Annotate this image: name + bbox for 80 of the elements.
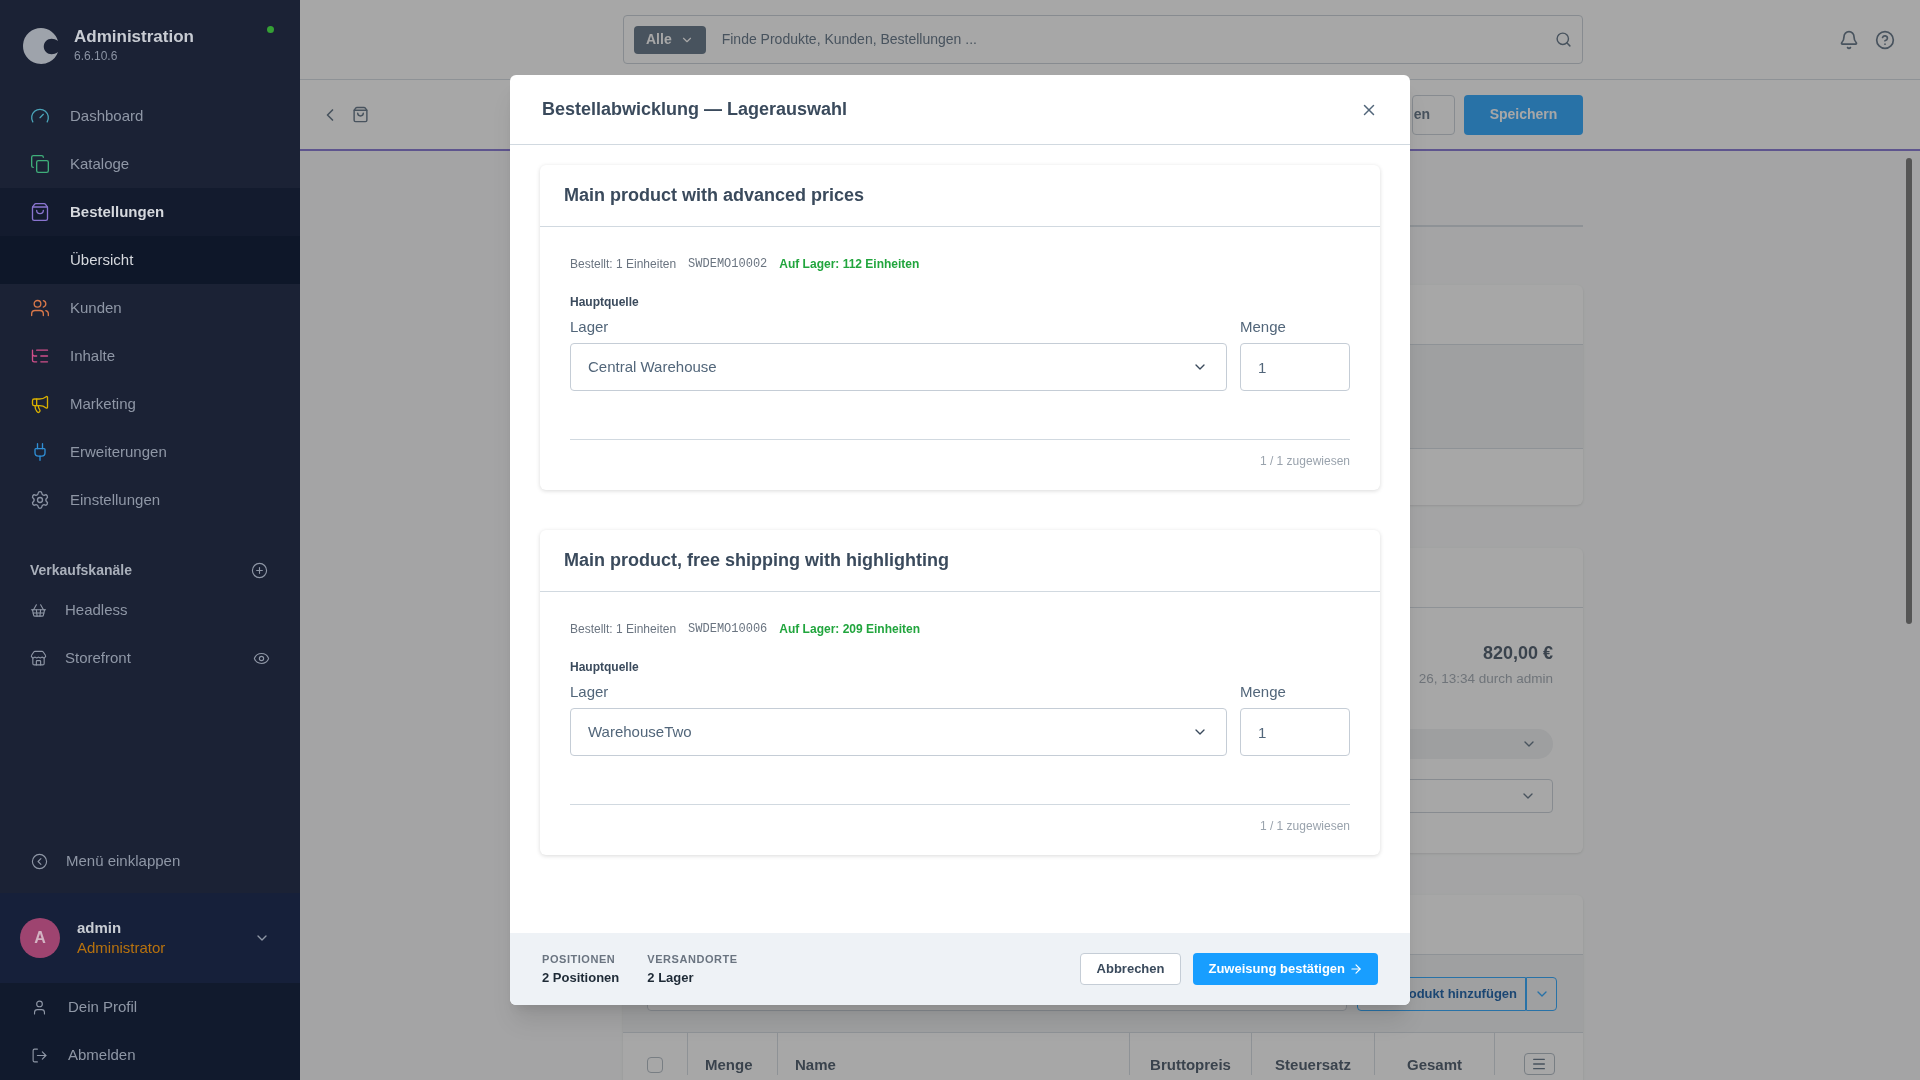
sku-text: SWDEMO10006 (688, 621, 768, 638)
search-icon[interactable] (1555, 31, 1572, 48)
search-input[interactable]: Finde Produkte, Kunden, Bestellungen ... (721, 29, 1539, 50)
user-role: Administrator (77, 938, 167, 958)
menu-icon (1531, 1056, 1547, 1072)
help-icon[interactable] (1875, 29, 1895, 50)
version-label: 6.6.10.6 (74, 48, 119, 65)
column-header[interactable]: Gesamt (1407, 1055, 1462, 1075)
nav-item[interactable]: Marketing (0, 380, 300, 428)
product-title: Main product with advanced prices (564, 184, 865, 207)
quantity-input[interactable]: 1 (1240, 708, 1350, 756)
column-header[interactable]: Name (795, 1055, 836, 1075)
toolbar-button[interactable]: en (1411, 94, 1455, 135)
stock-text: Auf Lager: 112 Einheiten (779, 256, 920, 273)
field-label: Lager (570, 317, 610, 337)
stat-label: VERSANDORTE (647, 952, 738, 967)
search-field[interactable]: Alle Finde Produkte, Kunden, Bestellungen ... (623, 15, 1583, 64)
section-heading: Verkaufskanäle (30, 560, 132, 580)
nav-item[interactable]: Einstellungen (0, 476, 300, 524)
last-change-text: 26, 13:34 durch admin (1418, 670, 1553, 688)
ordered-text: Bestellt: 1 Einheiten (570, 621, 677, 638)
stat-label: POSITIONEN (542, 952, 617, 967)
dialog-title: Bestellabwicklung — Lagerauswahl (542, 98, 849, 121)
add-icon[interactable] (251, 561, 268, 579)
assigned-text: 1 / 1 zugewiesen (1259, 453, 1350, 470)
sku-text: SWDEMO10002 (688, 256, 768, 273)
warehouse-select[interactable]: Central Warehouse (570, 343, 1227, 391)
dropdown-button[interactable] (1526, 976, 1557, 1011)
user-menu-item[interactable]: Abmelden (0, 1031, 300, 1079)
user-icon (31, 998, 48, 1016)
column-header[interactable]: Bruttopreis (1150, 1055, 1231, 1075)
stat-value: 2 Lager (647, 968, 695, 987)
logo-icon (22, 27, 60, 65)
column-header[interactable]: Menge (705, 1055, 753, 1075)
settings-icon (30, 490, 50, 510)
product-title: Main product, free shipping with highlighting (564, 549, 949, 572)
field-label: Lager (570, 682, 610, 702)
user-menu-item[interactable]: Dein Profil (0, 983, 300, 1031)
field-label: Menge (1240, 317, 1287, 337)
nav-item[interactable]: Inhalte (0, 332, 300, 380)
field-label: Menge (1240, 682, 1287, 702)
sales-channel-item[interactable]: Headless (0, 586, 300, 634)
nav-subitem[interactable]: Übersicht (0, 236, 300, 284)
column-header[interactable]: Steuersatz (1275, 1055, 1351, 1075)
source-label: Hauptquelle (570, 659, 640, 676)
column-settings-button[interactable] (1523, 1053, 1555, 1075)
bell-icon[interactable] (1839, 29, 1859, 50)
app-title: Administration (74, 27, 195, 47)
assigned-text: 1 / 1 zugewiesen (1259, 818, 1350, 835)
warehouse-select[interactable]: WarehouseTwo (570, 708, 1227, 756)
copy-icon (30, 154, 50, 174)
user-name: admin (77, 918, 123, 938)
user-panel[interactable]: A admin Administrator (0, 893, 300, 983)
quantity-input[interactable]: 1 (1240, 343, 1350, 391)
cancel-button[interactable]: Abbrechen (1079, 953, 1182, 985)
users-icon (30, 298, 50, 318)
order-total: 820,00 € (1482, 642, 1553, 665)
scope-dropdown[interactable]: Alle (634, 25, 706, 54)
stock-text: Auf Lager: 209 Einheiten (779, 621, 920, 638)
scrollbar[interactable] (1906, 158, 1912, 624)
nav-item[interactable]: Erweiterungen (0, 428, 300, 476)
select-all-checkbox[interactable] (647, 1057, 663, 1073)
confirm-button[interactable]: Zuweisung bestätigen (1193, 953, 1378, 985)
sales-channel-item[interactable]: Storefront (0, 634, 300, 682)
avatar: A (20, 918, 60, 958)
store-icon (30, 649, 47, 667)
basket-icon (30, 601, 47, 619)
stat-value: 2 Positionen (542, 968, 620, 987)
nav-item[interactable]: Kunden (0, 284, 300, 332)
bag-icon (30, 202, 50, 222)
ordered-text: Bestellt: 1 Einheiten (570, 256, 677, 273)
nav-item[interactable]: Bestellungen (0, 188, 300, 236)
bag-icon (352, 106, 369, 123)
megaphone-icon (30, 394, 50, 414)
collapse-menu-item[interactable]: Menü einklappen (0, 837, 300, 885)
chevron-left-icon (31, 852, 48, 870)
nav-item[interactable]: Dashboard (0, 92, 300, 140)
source-label: Hauptquelle (570, 294, 640, 311)
nav-item[interactable]: Kataloge (0, 140, 300, 188)
logout-icon (31, 1046, 48, 1064)
